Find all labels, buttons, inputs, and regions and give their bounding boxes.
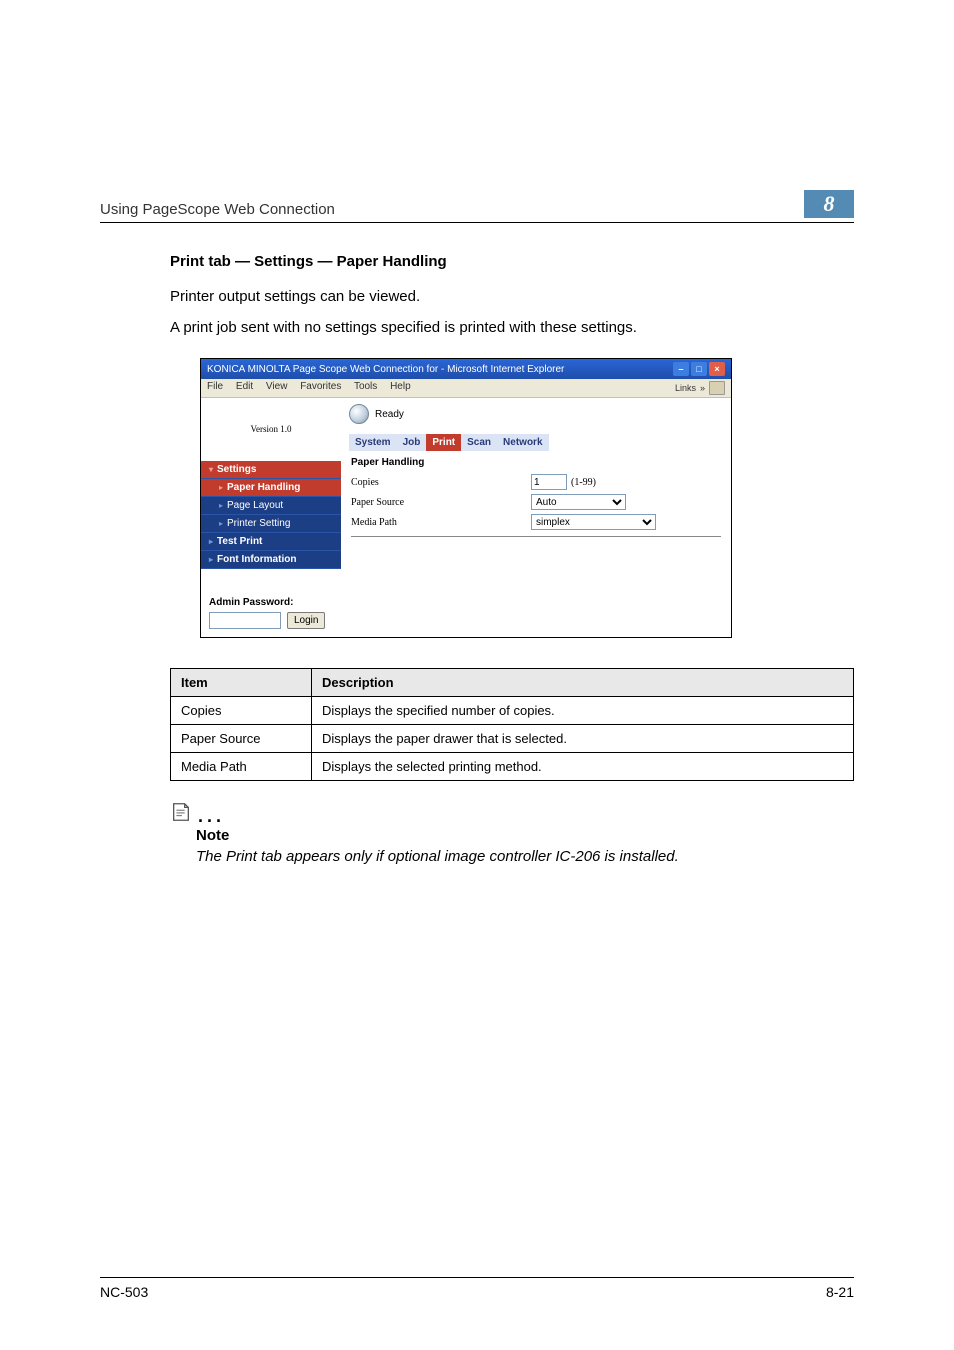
- admin-password-label: Admin Password:: [209, 597, 333, 608]
- note-dots: ...: [198, 811, 225, 823]
- status-row: Ready: [341, 398, 731, 430]
- table-cell-item: Paper Source: [171, 725, 312, 753]
- admin-password-input[interactable]: [209, 612, 281, 629]
- bullet-icon: ▸: [219, 519, 223, 528]
- menu-file[interactable]: File: [207, 381, 223, 392]
- paper-source-select[interactable]: Auto: [531, 494, 626, 510]
- nav-printer-setting-label: Printer Setting: [227, 518, 290, 529]
- note-block: ... Note The Print tab appears only if o…: [170, 801, 854, 865]
- bullet-icon: ▸: [219, 501, 223, 510]
- login-button[interactable]: Login: [287, 612, 325, 629]
- running-head-text: Using PageScope Web Connection: [100, 201, 804, 218]
- note-icon: [170, 801, 192, 823]
- menu-help[interactable]: Help: [390, 381, 411, 392]
- window-maximize-button[interactable]: □: [691, 362, 707, 376]
- running-header: Using PageScope Web Connection 8: [100, 190, 854, 223]
- nav-font-info-label: Font Information: [217, 554, 296, 565]
- table-cell-item: Copies: [171, 697, 312, 725]
- panel: Paper Handling Copies (1-99) Paper Sourc…: [341, 451, 731, 567]
- paper-source-label: Paper Source: [351, 497, 531, 508]
- window-title-text: KONICA MINOLTA Page Scope Web Connection…: [207, 364, 673, 375]
- nav-font-information[interactable]: ▸ Font Information: [201, 551, 341, 569]
- menu-tools[interactable]: Tools: [354, 381, 377, 392]
- section-paragraph-2: A print job sent with no settings specif…: [170, 317, 854, 338]
- page-footer: NC-503 8-21: [100, 1277, 854, 1300]
- tab-bar: SystemJobPrintScanNetwork: [341, 430, 731, 451]
- table-cell-desc: Displays the paper drawer that is select…: [312, 725, 854, 753]
- nav-page-layout[interactable]: ▸ Page Layout: [201, 497, 341, 515]
- bullet-icon: ▸: [219, 483, 223, 492]
- admin-block: Admin Password: Login: [201, 569, 341, 637]
- left-panel: Version 1.0 ▾ Settings ▸ Paper Handling ▸ P…: [201, 398, 341, 637]
- copies-hint: (1-99): [571, 477, 596, 488]
- printer-status-icon: [349, 404, 369, 424]
- table-header-description: Description: [312, 669, 854, 697]
- note-text: The Print tab appears only if optional i…: [196, 848, 854, 865]
- media-path-select[interactable]: simplex: [531, 514, 656, 530]
- nav-paper-handling-label: Paper Handling: [227, 482, 300, 493]
- chapter-number-badge: 8: [804, 190, 854, 218]
- logo-area: Version 1.0: [201, 398, 341, 461]
- menu-favorites[interactable]: Favorites: [300, 381, 341, 392]
- chevron-right-icon: ▸: [209, 537, 213, 546]
- table-header-item: Item: [171, 669, 312, 697]
- chevron-right-icon: ▸: [209, 555, 213, 564]
- table-cell-desc: Displays the specified number of copies.: [312, 697, 854, 725]
- description-table: Item Description Copies Displays the spe…: [170, 668, 854, 781]
- table-row: Copies Displays the specified number of …: [171, 697, 854, 725]
- section-paragraph-1: Printer output settings can be viewed.: [170, 286, 854, 307]
- table-row: Paper Source Displays the paper drawer t…: [171, 725, 854, 753]
- media-path-label: Media Path: [351, 517, 531, 528]
- links-chevron-icon[interactable]: »: [700, 383, 705, 393]
- table-cell-desc: Displays the selected printing method.: [312, 753, 854, 781]
- tab-job[interactable]: Job: [397, 434, 427, 451]
- tab-system[interactable]: System: [349, 434, 397, 451]
- footer-left: NC-503: [100, 1284, 148, 1300]
- links-label[interactable]: Links: [675, 383, 696, 393]
- nav-printer-setting[interactable]: ▸ Printer Setting: [201, 515, 341, 533]
- window-titlebar: KONICA MINOLTA Page Scope Web Connection…: [201, 359, 731, 379]
- footer-right: 8-21: [826, 1284, 854, 1300]
- table-cell-item: Media Path: [171, 753, 312, 781]
- window-close-button[interactable]: ×: [709, 362, 725, 376]
- copies-label: Copies: [351, 477, 531, 488]
- table-row: Media Path Displays the selected printin…: [171, 753, 854, 781]
- nav-settings[interactable]: ▾ Settings: [201, 461, 341, 479]
- menu-view[interactable]: View: [266, 381, 288, 392]
- window-minimize-button[interactable]: –: [673, 362, 689, 376]
- note-label: Note: [196, 827, 854, 844]
- version-text: Version 1.0: [201, 424, 341, 434]
- nav-page-layout-label: Page Layout: [227, 500, 283, 511]
- tab-network[interactable]: Network: [497, 434, 548, 451]
- copies-input[interactable]: [531, 474, 567, 490]
- nav-test-print-label: Test Print: [217, 536, 262, 547]
- nav-test-print[interactable]: ▸ Test Print: [201, 533, 341, 551]
- status-text: Ready: [375, 409, 404, 420]
- tab-scan[interactable]: Scan: [461, 434, 497, 451]
- panel-divider: [351, 536, 721, 537]
- section-title: Print tab — Settings — Paper Handling: [170, 253, 854, 270]
- ie-menubar: File Edit View Favorites Tools Help Link…: [201, 379, 731, 398]
- panel-title: Paper Handling: [351, 457, 721, 468]
- browser-screenshot: KONICA MINOLTA Page Scope Web Connection…: [200, 358, 732, 638]
- tab-print[interactable]: Print: [426, 434, 461, 451]
- chevron-down-icon: ▾: [209, 465, 213, 474]
- right-panel: Ready SystemJobPrintScanNetwork Paper Ha…: [341, 398, 731, 637]
- menu-edit[interactable]: Edit: [236, 381, 253, 392]
- ie-throbber-icon: [709, 381, 725, 395]
- nav-paper-handling[interactable]: ▸ Paper Handling: [201, 479, 341, 497]
- nav-settings-label: Settings: [217, 464, 256, 475]
